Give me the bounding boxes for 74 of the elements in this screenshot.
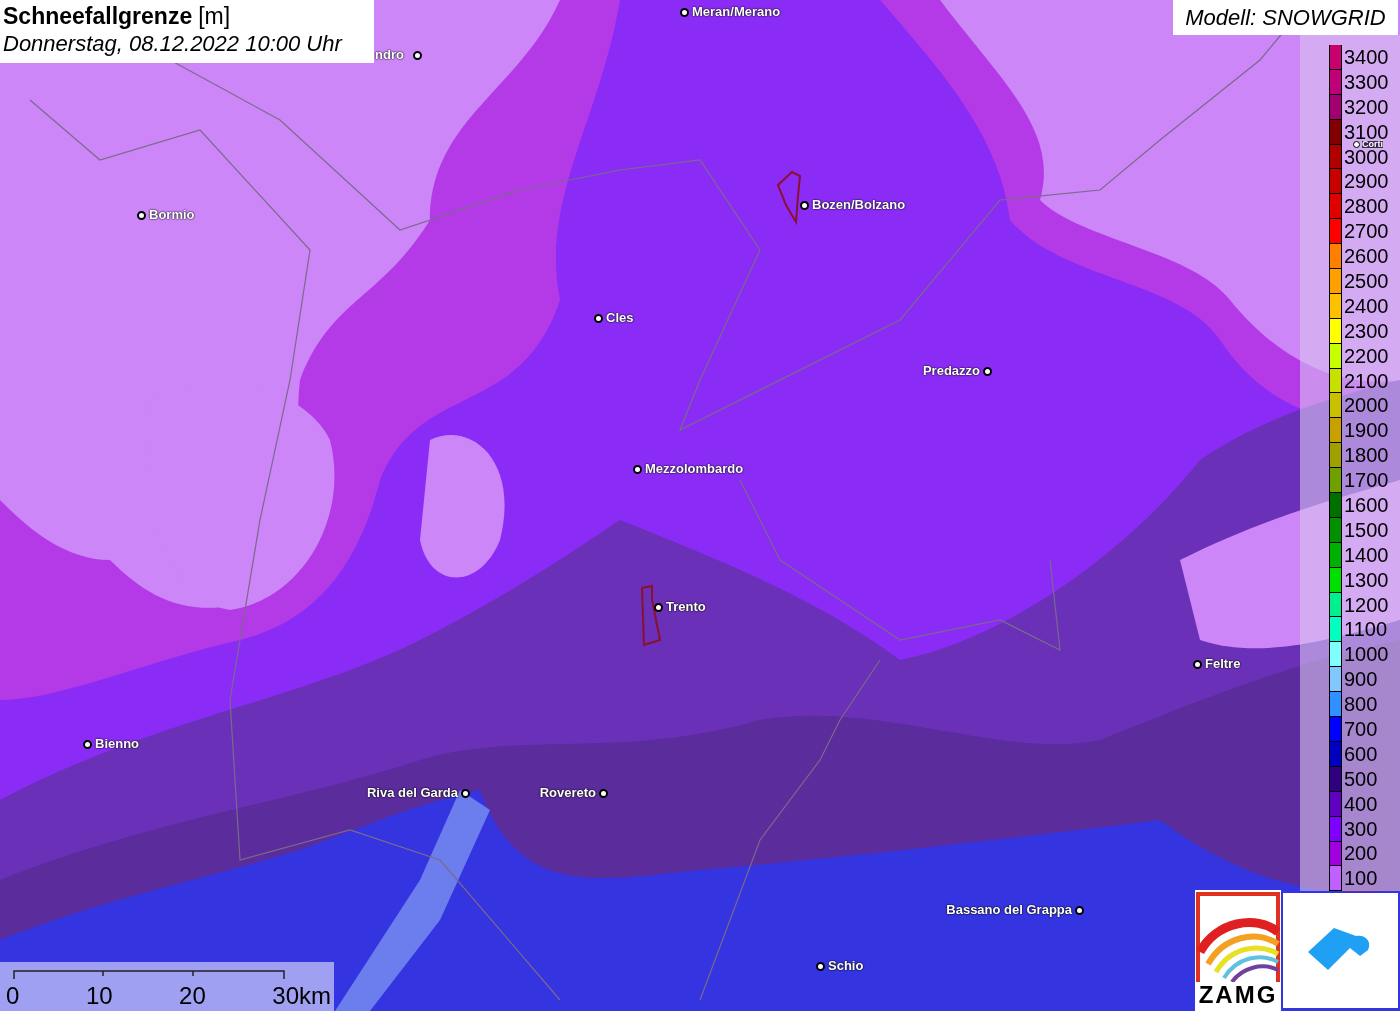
- legend-label: 400: [1344, 795, 1378, 813]
- town-marker: [983, 367, 992, 376]
- legend-label: 1500: [1344, 521, 1389, 539]
- town-marker: [461, 789, 470, 798]
- logo-text: ZAMG: [1198, 982, 1278, 1008]
- town-marker: [594, 314, 603, 323]
- legend-label: 200: [1344, 845, 1378, 863]
- town-marker: [680, 8, 689, 17]
- town-marker: [800, 201, 809, 210]
- town-label: Cles: [606, 310, 634, 325]
- legend-label: 2200: [1344, 347, 1389, 365]
- legend-label: 2700: [1344, 223, 1389, 241]
- legend-label: 1800: [1344, 447, 1389, 465]
- town-marker: [1193, 660, 1202, 669]
- town-marker: [83, 740, 92, 749]
- town-label: Bozen/Bolzano: [812, 197, 906, 212]
- legend-label: 1400: [1344, 546, 1389, 564]
- legend-label: 1100: [1344, 621, 1387, 639]
- town-label: Rovereto: [539, 785, 596, 800]
- scale-label: 0: [6, 982, 20, 1010]
- town-marker: [1353, 141, 1360, 148]
- town-label: Riva del Garda: [366, 785, 458, 800]
- town-marker: [633, 465, 642, 474]
- legend-label: 3400: [1344, 48, 1389, 66]
- town-label: Bassano del Grappa: [946, 902, 1072, 917]
- town-label: Bormio: [149, 207, 195, 222]
- legend-label: 2600: [1344, 248, 1389, 266]
- legend-label: 2300: [1344, 322, 1389, 340]
- legend-label: 2900: [1344, 173, 1389, 191]
- town-marker: [654, 603, 663, 612]
- town-label: Feltre: [1205, 656, 1241, 671]
- scale-label: 30km: [272, 982, 331, 1010]
- legend-label: 100: [1344, 870, 1378, 888]
- town-marker: [816, 962, 825, 971]
- legend-label: 3100: [1344, 123, 1389, 141]
- model-label: Modell: SNOWGRID: [1173, 0, 1398, 35]
- legend-label: 600: [1344, 745, 1378, 763]
- legend-label: 800: [1344, 696, 1378, 714]
- town-marker: [1075, 906, 1084, 915]
- town-label: Bienno: [95, 736, 140, 751]
- legend-label: 1900: [1344, 422, 1389, 440]
- legend-label: 1600: [1344, 496, 1389, 514]
- legend-label: 1300: [1344, 571, 1389, 589]
- town-label: Predazzo: [922, 363, 980, 378]
- legend-label: 3000: [1344, 148, 1389, 166]
- town-label: Meran/Merano: [692, 4, 781, 19]
- legend-label: 2100: [1344, 372, 1389, 390]
- town-label: Mezzolombardo: [645, 461, 744, 476]
- rainbow-icon: [1196, 892, 1280, 982]
- map-title: Schneefallgrenze: [3, 3, 193, 29]
- town-label: Trento: [666, 599, 706, 614]
- legend-label: 500: [1344, 770, 1378, 788]
- town-label: ndro: [375, 47, 404, 62]
- legend-label: 1700: [1344, 472, 1389, 490]
- town-label: Schio: [828, 958, 864, 973]
- town-marker: [599, 789, 608, 798]
- legend-label: 2000: [1344, 397, 1389, 415]
- forecast-datetime: Donnerstag, 08.12.2022 10:00 Uhr: [3, 30, 344, 58]
- scale-label: 20: [179, 982, 206, 1010]
- legend-label: 2500: [1344, 272, 1389, 290]
- legend-label: 2400: [1344, 297, 1389, 315]
- legend-label: 300: [1344, 820, 1378, 838]
- legend-label: 3300: [1344, 73, 1389, 91]
- town-marker: [137, 211, 146, 220]
- unit-label: [m]: [198, 3, 231, 29]
- scale-label: 10: [85, 982, 113, 1010]
- legend-label: 3200: [1344, 98, 1389, 116]
- legend-label: 700: [1344, 721, 1378, 738]
- legend-label: 1200: [1344, 596, 1389, 614]
- town-marker: [413, 51, 422, 60]
- town-label: Corti: [1362, 141, 1383, 148]
- legend-label: 900: [1344, 671, 1378, 689]
- legend-label: 2800: [1344, 198, 1389, 216]
- legend-label: 1000: [1344, 646, 1389, 664]
